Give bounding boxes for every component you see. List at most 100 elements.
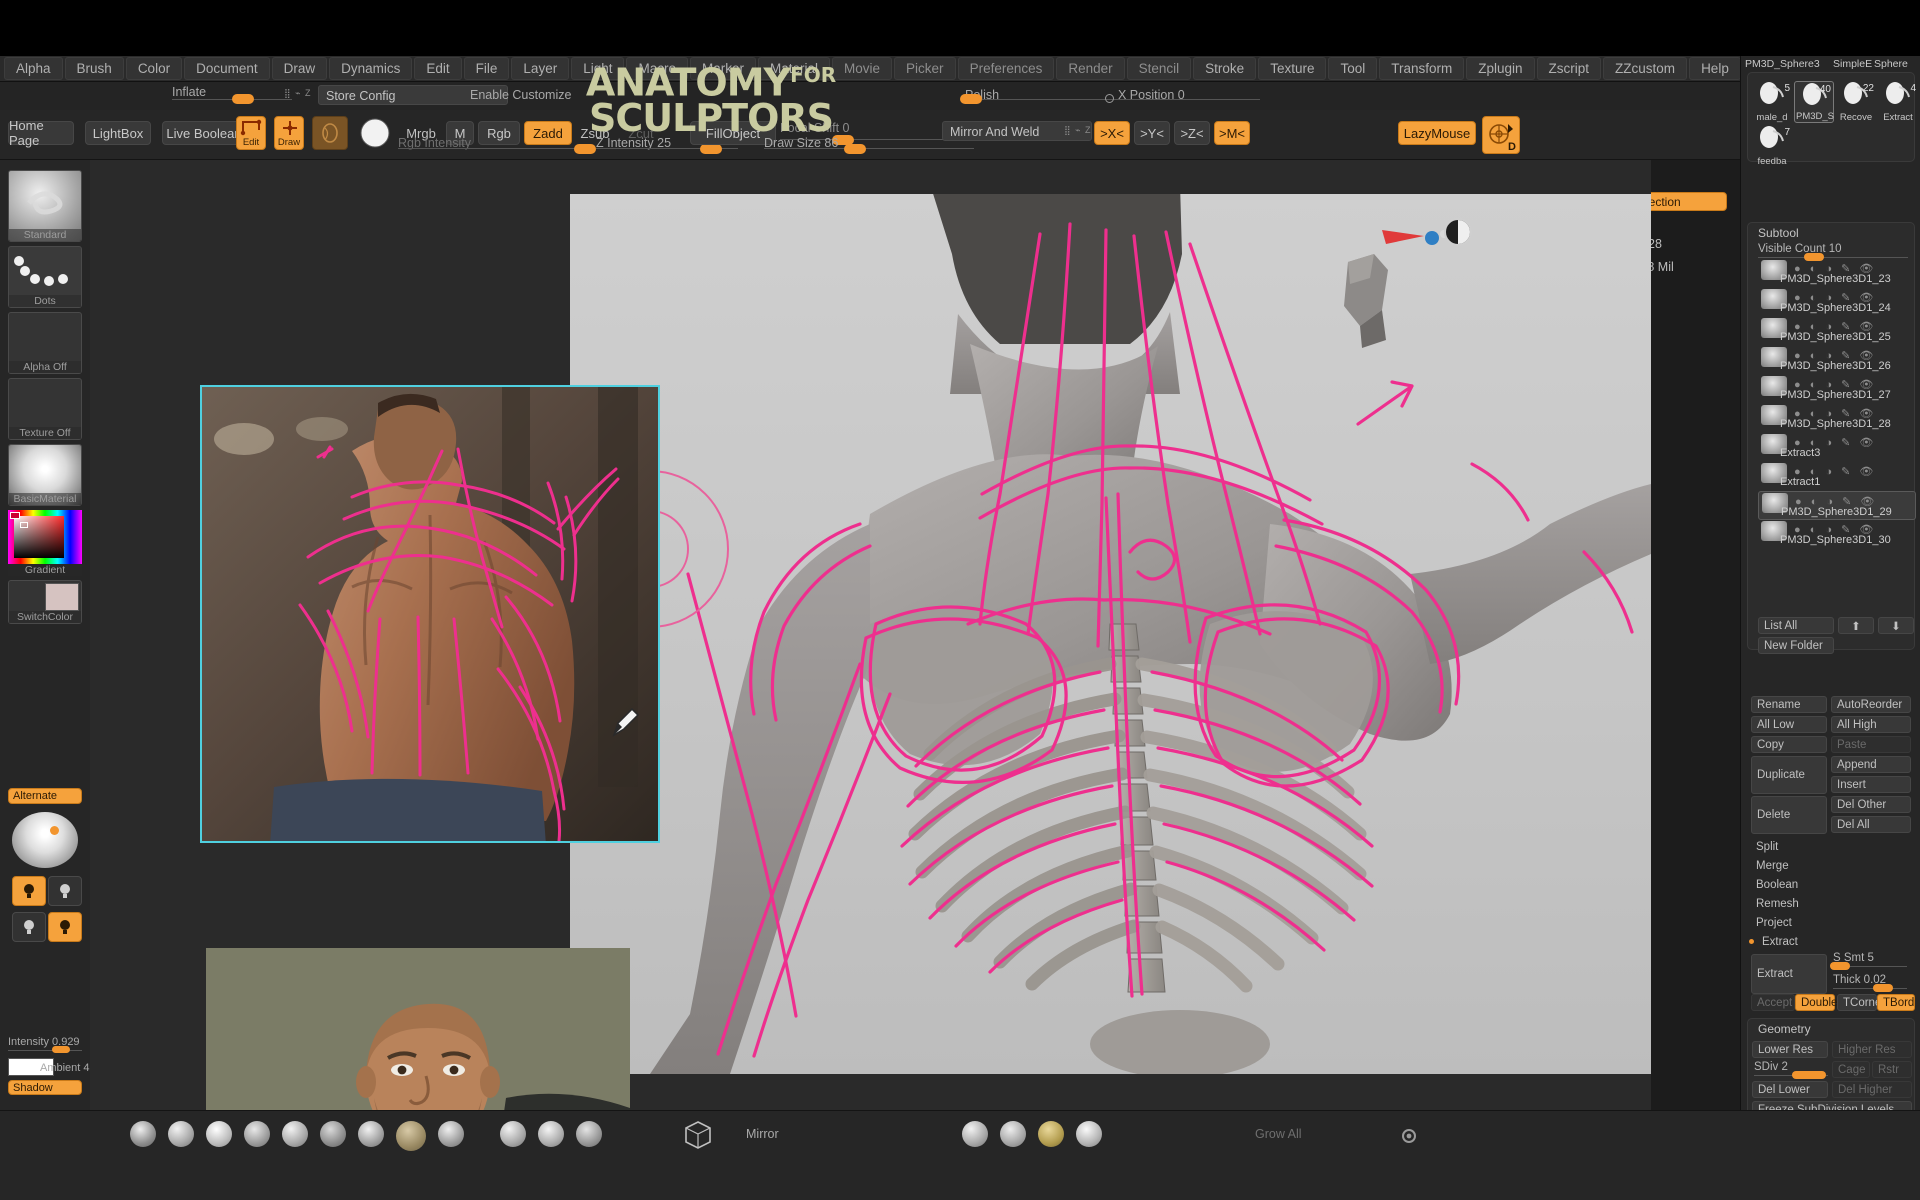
menu-item-dynamics[interactable]: Dynamics <box>329 57 413 80</box>
mirror-label[interactable]: Mirror <box>746 1127 779 1141</box>
all-high-button[interactable]: All High <box>1831 716 1911 733</box>
menu-item-preferences[interactable]: Preferences <box>957 57 1055 80</box>
home-page-button[interactable]: Home Page <box>8 118 74 148</box>
s-smt-slider[interactable]: S Smt 5 <box>1830 952 1907 970</box>
light-material-slot-3[interactable] <box>1038 1121 1064 1147</box>
alpha-swatch[interactable]: Alpha Off <box>8 312 82 374</box>
auto-reorder-button[interactable]: AutoReorder <box>1831 696 1911 713</box>
material-slot-3[interactable] <box>206 1121 232 1147</box>
subtool-row[interactable]: ● ◐ ◑ ✎ 👁 Extract1 <box>1758 462 1916 491</box>
sdiv-slider[interactable]: SDiv 2 <box>1754 1061 1828 1079</box>
lightbox-button[interactable]: LightBox <box>85 121 151 145</box>
menu-item-texture[interactable]: Texture <box>1258 57 1327 80</box>
subtool-row[interactable]: ● ◐ ◑ ✎ 👁 PM3D_Sphere3D1_24 <box>1758 288 1916 317</box>
copy-button[interactable]: Copy <box>1751 736 1827 753</box>
menu-item-movie[interactable]: Movie <box>832 57 893 80</box>
higher-res-button[interactable]: Higher Res <box>1832 1041 1912 1058</box>
material-slot-10[interactable] <box>500 1121 526 1147</box>
edit-mode-button[interactable]: Edit <box>236 116 266 150</box>
menu-item-render[interactable]: Render <box>1056 57 1125 80</box>
light-preview-sphere[interactable] <box>12 812 78 868</box>
move-up-button[interactable]: ⬆ <box>1838 617 1874 634</box>
del-all-button[interactable]: Del All <box>1831 816 1911 833</box>
material-preview-sphere[interactable] <box>355 116 395 150</box>
menu-item-picker[interactable]: Picker <box>894 57 956 80</box>
material-slot-9[interactable] <box>438 1121 464 1147</box>
webcam-overlay[interactable] <box>206 948 630 1110</box>
append-button[interactable]: Append <box>1831 756 1911 773</box>
menu-item-macro[interactable]: Macro <box>626 57 688 80</box>
split-row[interactable]: Split <box>1751 838 1911 855</box>
menu-item-zplugin[interactable]: Zplugin <box>1466 57 1535 80</box>
light-material-slot-1[interactable] <box>962 1121 988 1147</box>
rename-button[interactable]: Rename <box>1751 696 1827 713</box>
list-all-button[interactable]: List All <box>1758 617 1834 634</box>
rgb-button[interactable]: Rgb <box>478 121 520 145</box>
light-material-slot-2[interactable] <box>1000 1121 1026 1147</box>
menu-item-edit[interactable]: Edit <box>414 57 462 80</box>
thick-slider[interactable]: Thick 0.02 <box>1833 974 1907 992</box>
light-slot-3[interactable] <box>12 912 46 942</box>
material-slot-5[interactable] <box>282 1121 308 1147</box>
light-slot-2[interactable] <box>48 876 82 906</box>
live-boolean-button[interactable]: Live Boolean <box>162 121 246 145</box>
delete-button[interactable]: Delete <box>1751 796 1827 834</box>
material-slot-2[interactable] <box>168 1121 194 1147</box>
menu-item-stencil[interactable]: Stencil <box>1126 57 1192 80</box>
extract-button[interactable]: Extract <box>1751 954 1827 994</box>
paste-button[interactable]: Paste <box>1831 736 1911 753</box>
stroke-swatch[interactable]: Dots <box>8 246 82 308</box>
brush-swatch[interactable]: Standard <box>8 170 82 242</box>
reference-photo-overlay[interactable] <box>200 385 660 843</box>
light-slot-4[interactable] <box>48 912 82 942</box>
menu-item-color[interactable]: Color <box>125 57 183 80</box>
cage-button[interactable]: Cage <box>1832 1061 1870 1078</box>
subtool-row[interactable]: ● ◐ ◑ ✎ 👁 PM3D_Sphere3D1_30 <box>1758 520 1916 549</box>
menu-item-transform[interactable]: Transform <box>1379 57 1465 80</box>
del-lower-button[interactable]: Del Lower <box>1752 1081 1828 1098</box>
boolean-row[interactable]: Boolean <box>1751 876 1911 893</box>
insert-button[interactable]: Insert <box>1831 776 1911 793</box>
mirror-axis-y-button[interactable]: >Y< <box>1134 121 1170 145</box>
xyz-toggle-icons[interactable]: ⣿ ⌁ Z <box>284 88 312 99</box>
light-handle[interactable] <box>50 826 59 835</box>
menu-item-light[interactable]: Light <box>571 57 625 80</box>
subtool-row[interactable]: ● ◐ ◑ ✎ 👁 PM3D_Sphere3D1_23 <box>1758 259 1916 288</box>
transform-axis-gizmo[interactable] <box>1380 212 1490 272</box>
tool-thumb-pm3d-s[interactable]: 40 PM3D_S <box>1794 81 1834 123</box>
viewport-canvas[interactable]: ▦BPR⬚SPix 3✥Scroll⌕Zoom⊡Actual⊞AAHalf◈Pe… <box>90 160 1651 1110</box>
tool-thumb-extract[interactable]: 4 Extract <box>1878 81 1918 123</box>
new-folder-button[interactable]: New Folder <box>1758 637 1834 654</box>
shadow-button[interactable]: Shadow <box>8 1080 82 1095</box>
double-button[interactable]: Double <box>1795 994 1837 1011</box>
light-slot-1[interactable] <box>12 876 46 906</box>
menu-item-file[interactable]: File <box>463 57 510 80</box>
document-area[interactable] <box>570 194 1651 1074</box>
del-other-button[interactable]: Del Other <box>1831 796 1911 813</box>
menu-item-stroke[interactable]: Stroke <box>1193 57 1257 80</box>
cube-primitive-icon[interactable] <box>682 1119 714 1151</box>
mirror-axis-z-button[interactable]: >Z< <box>1174 121 1210 145</box>
duplicate-button[interactable]: Duplicate <box>1751 756 1827 794</box>
move-down-button[interactable]: ⬇ <box>1878 617 1914 634</box>
all-low-button[interactable]: All Low <box>1751 716 1827 733</box>
material-slot-4[interactable] <box>244 1121 270 1147</box>
gear-icon[interactable] <box>1396 1123 1422 1149</box>
lazy-mouse-button[interactable]: LazyMouse <box>1398 121 1476 145</box>
material-slot-12[interactable] <box>576 1121 602 1147</box>
material-slot-1[interactable] <box>130 1121 156 1147</box>
menu-item-zzcustom[interactable]: ZZcustom <box>1603 57 1688 80</box>
enable-customize-label[interactable]: Enable Customize <box>470 88 571 102</box>
lower-res-button[interactable]: Lower Res <box>1752 1041 1828 1058</box>
menu-item-alpha[interactable]: Alpha <box>4 57 63 80</box>
tool-thumb-feedba[interactable]: 7 feedba <box>1752 125 1792 167</box>
subtool-row[interactable]: ● ◐ ◑ ✎ 👁 PM3D_Sphere3D1_25 <box>1758 317 1916 346</box>
color-picker[interactable]: Gradient <box>8 510 82 576</box>
tcorner-button[interactable]: TCorne <box>1837 994 1881 1011</box>
menu-item-layer[interactable]: Layer <box>511 57 570 80</box>
light-material-slot-4[interactable] <box>1076 1121 1102 1147</box>
mirror-axis-x-button[interactable]: >X< <box>1094 121 1130 145</box>
menu-item-draw[interactable]: Draw <box>271 57 328 80</box>
menu-item-zscript[interactable]: Zscript <box>1536 57 1602 80</box>
switch-color-swatch[interactable]: SwitchColor <box>8 580 82 624</box>
